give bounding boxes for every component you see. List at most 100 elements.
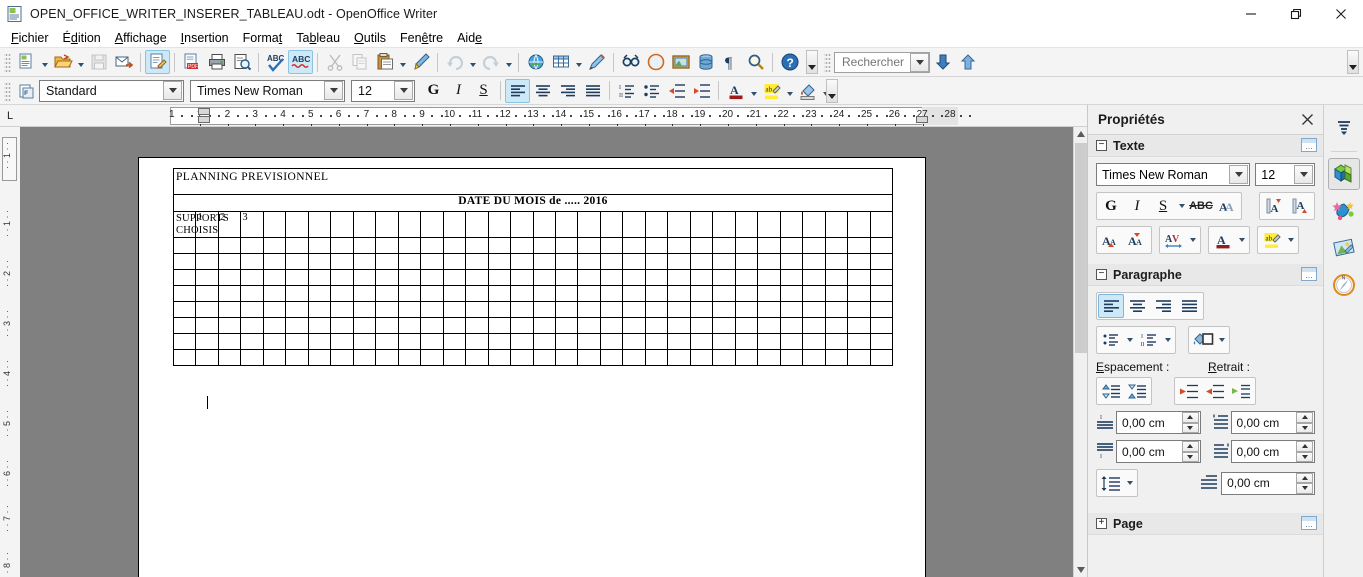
table-cell[interactable] (757, 253, 781, 270)
table-cell[interactable] (330, 317, 354, 334)
table-cell[interactable] (262, 269, 287, 286)
table-cell[interactable] (397, 301, 422, 318)
table-cell[interactable] (465, 317, 489, 334)
table-cell[interactable] (577, 237, 601, 254)
find-previous-icon[interactable] (955, 50, 980, 74)
align-justify-button[interactable] (1176, 294, 1202, 318)
table-cell[interactable] (734, 269, 759, 286)
table-cell[interactable] (757, 211, 781, 238)
table-cell[interactable] (172, 349, 197, 366)
table-cell[interactable] (622, 269, 646, 286)
paragraph-background-color-button[interactable] (1190, 328, 1216, 352)
table-cell[interactable] (172, 269, 197, 286)
planning-table[interactable]: PLANNING PREVISIONNEL DATE DU MOIS de ...… (172, 168, 894, 366)
table-cell[interactable] (217, 253, 242, 270)
table-row[interactable] (172, 317, 894, 334)
table-row[interactable]: DATE DU MOIS de ..... 2016 (173, 194, 893, 212)
menu-edition[interactable]: Édition (56, 29, 108, 47)
table-cell[interactable] (712, 349, 736, 366)
paragraph-style-icon[interactable] (14, 79, 39, 103)
table-cell[interactable] (465, 301, 489, 318)
toolbar-overflow-button[interactable] (806, 50, 818, 74)
table-cell[interactable] (307, 333, 332, 350)
table-cell[interactable] (375, 333, 399, 350)
menu-tableau[interactable]: Tableau (289, 29, 347, 47)
indent-after-stepper[interactable] (1296, 441, 1313, 462)
table-cell[interactable] (217, 237, 242, 254)
table-cell[interactable] (330, 211, 354, 238)
table-cell[interactable] (307, 349, 332, 366)
table-cell[interactable] (802, 269, 826, 286)
table-cell[interactable] (487, 253, 512, 270)
superscript-button[interactable]: A (1261, 194, 1287, 218)
table-cell[interactable] (869, 253, 894, 270)
character-spacing-dropdown-icon[interactable] (1187, 228, 1199, 252)
table-cell[interactable] (824, 333, 849, 350)
table-cell[interactable] (667, 269, 691, 286)
tab-stop-marker[interactable] (836, 119, 843, 126)
table-cell[interactable] (195, 317, 219, 334)
indent-firstline-stepper[interactable] (1296, 472, 1313, 494)
table-cell[interactable] (352, 301, 377, 318)
table-cell[interactable] (824, 237, 849, 254)
panel-header-paragraphe[interactable]: − Paragraphe … (1088, 264, 1323, 286)
table-cell[interactable] (622, 333, 646, 350)
close-button[interactable] (1318, 0, 1363, 28)
undo-dropdown-icon[interactable] (467, 50, 478, 74)
search-toolbar-overflow-button[interactable] (1347, 50, 1359, 74)
align-left-button[interactable] (1098, 294, 1124, 318)
table-cell[interactable] (779, 349, 804, 366)
indent-before-input[interactable]: 0,00 cm (1230, 411, 1315, 434)
table-cell[interactable] (847, 285, 871, 302)
table-cell[interactable] (330, 269, 354, 286)
table-cell[interactable] (644, 285, 669, 302)
right-indent-marker[interactable] (916, 116, 928, 123)
table-cell[interactable] (644, 269, 669, 286)
table-cell[interactable] (667, 301, 691, 318)
spelling-icon[interactable]: ABC (263, 50, 288, 74)
table-cell[interactable] (195, 301, 219, 318)
table-cell[interactable] (397, 269, 422, 286)
table-cell[interactable] (847, 211, 871, 238)
table-cell[interactable] (622, 211, 646, 238)
sidebar-close-icon[interactable] (1297, 110, 1317, 130)
search-field[interactable] (840, 53, 910, 71)
table-cell[interactable] (352, 237, 377, 254)
table-cell[interactable] (689, 349, 714, 366)
table-cell[interactable] (195, 237, 219, 254)
help-icon[interactable]: ? (777, 50, 802, 74)
table-cell[interactable] (802, 253, 826, 270)
table-cell[interactable] (352, 211, 377, 238)
table-cell[interactable] (465, 285, 489, 302)
tab-stop-marker[interactable] (391, 119, 398, 126)
left-indent-marker[interactable] (198, 116, 210, 123)
table-cell[interactable] (240, 253, 264, 270)
menu-fenetre[interactable]: Fenêtre (393, 29, 450, 47)
toolbar-grip[interactable] (4, 52, 11, 72)
styles-deck-icon[interactable] (1328, 232, 1360, 264)
table-cell[interactable] (577, 301, 601, 318)
table-cell[interactable] (420, 211, 444, 238)
copy-icon[interactable] (347, 50, 372, 74)
table-cell[interactable] (622, 253, 646, 270)
table-cell[interactable] (779, 253, 804, 270)
table-cell[interactable] (779, 301, 804, 318)
table-cell[interactable] (262, 349, 287, 366)
table-cell[interactable] (689, 253, 714, 270)
ruler-corner-tab-selector[interactable]: L (0, 105, 20, 127)
minimize-button[interactable] (1228, 0, 1273, 28)
table-cell[interactable] (397, 285, 422, 302)
maximize-button[interactable] (1273, 0, 1318, 28)
table-cell[interactable] (802, 333, 826, 350)
table-row[interactable] (172, 333, 894, 350)
table-cell[interactable] (510, 285, 534, 302)
table-cell[interactable] (487, 211, 512, 238)
export-pdf-icon[interactable]: PDF (179, 50, 204, 74)
vertical-ruler[interactable]: · · 1 · · · · 1 · · · · 2 · · · · 3 · · … (0, 127, 20, 577)
panel-more-options-page-icon[interactable]: … (1301, 516, 1317, 530)
strikethrough-button[interactable]: ABC (1188, 194, 1214, 218)
table-cell[interactable] (689, 211, 714, 238)
tab-stop-marker[interactable] (280, 119, 287, 126)
indent-firstline-input[interactable]: 0,00 cm (1221, 471, 1315, 495)
redo-icon[interactable] (478, 50, 503, 74)
